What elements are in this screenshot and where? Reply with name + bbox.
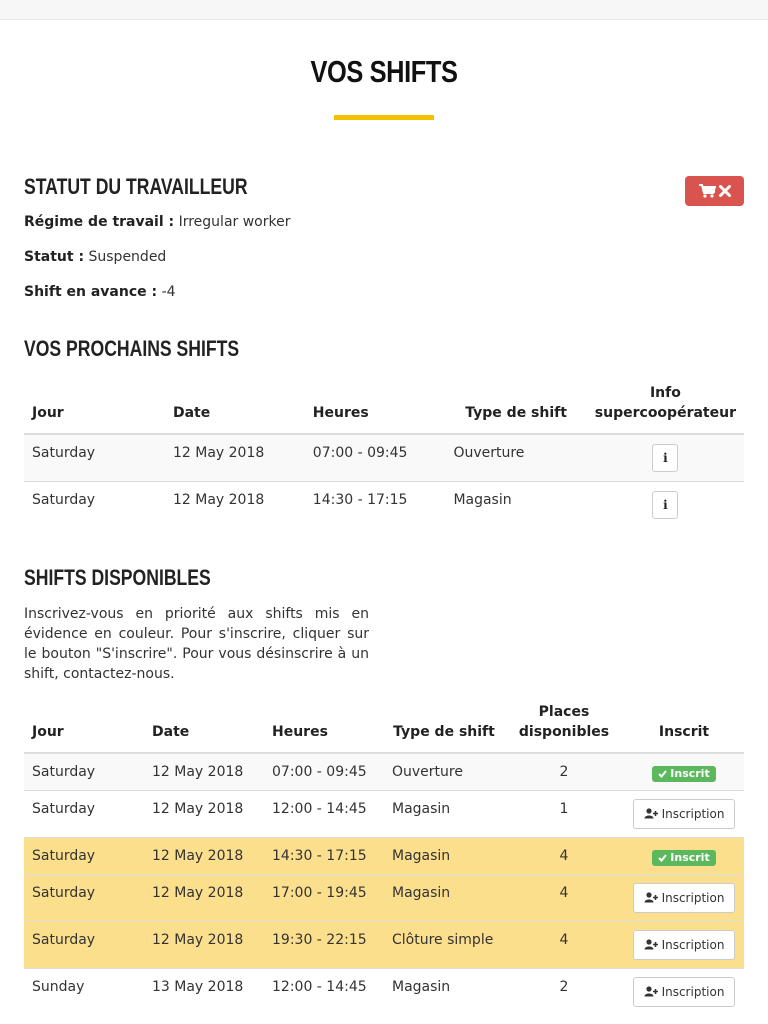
check-icon — [658, 853, 668, 862]
inscrit-label: Inscrit — [670, 850, 710, 864]
col-date: Date — [164, 383, 305, 435]
user-plus-icon — [644, 892, 658, 903]
row-places: 4 — [559, 931, 569, 948]
prochains-heading: VOS PROCHAINS SHIFTS — [24, 336, 240, 361]
col-type: Type de shift — [445, 383, 587, 435]
inscription-label: Inscription — [661, 890, 725, 905]
statut-line: Statut : Suspended — [24, 249, 166, 265]
cart-remove-button[interactable] — [685, 176, 744, 206]
inscription-label: Inscription — [661, 984, 725, 999]
inscrit-label: Inscrit — [670, 767, 710, 780]
row-jour: Saturday — [32, 764, 96, 780]
row-heures: 12:00 - 14:45 — [272, 800, 367, 817]
row-type: Clôture simple — [392, 931, 494, 948]
col-info: Info supercoopérateur — [586, 383, 744, 435]
table-row: Saturday 12 May 2018 14:30 - 17:15 Magas… — [24, 480, 744, 528]
row-date: 12 May 2018 — [152, 884, 244, 901]
row-places: 2 — [559, 978, 569, 995]
row-heures: 12:00 - 14:45 — [272, 978, 367, 995]
row-type: Magasin — [392, 884, 451, 901]
inscription-button[interactable]: Inscription — [632, 882, 736, 913]
row-places: 2 — [559, 764, 569, 780]
disponibles-body: Saturday 12 May 2018 07:00 - 09:45 Ouvertur… — [24, 752, 744, 1015]
table-row: Saturday 12 May 2018 19:30 - 22:15 Clôture … — [24, 920, 744, 968]
statut-heading: STATUT DU TRAVAILLEUR — [24, 174, 248, 199]
row-heures: 14:30 - 17:15 — [312, 491, 408, 508]
row-date: 12 May 2018 — [152, 847, 244, 864]
check-icon — [658, 770, 668, 778]
inscrit-badge: Inscrit — [652, 849, 716, 866]
table-row: Saturday 12 May 2018 12:00 - 14:45 Magasin 1… — [24, 789, 744, 837]
row-heures: 07:00 - 09:45 — [312, 445, 408, 461]
row-date: 12 May 2018 — [172, 445, 265, 461]
row-heures: 17:00 - 19:45 — [272, 884, 367, 901]
table-row: Saturday 12 May 2018 07:00 - 09:45 Ouver… — [24, 433, 744, 481]
row-places: 4 — [559, 884, 569, 901]
disponibles-description: Inscrivez-vous en priorité aux shifts mi… — [24, 606, 369, 682]
col-inscrit: Inscrit — [624, 702, 744, 754]
table-row: Saturday 12 May 2018 07:00 - 09:45 Ouvertur… — [24, 752, 744, 790]
statut-label: Statut : — [24, 249, 85, 265]
avance-value: -4 — [161, 284, 176, 300]
regime-line: Régime de travail : Irregular worker — [24, 214, 290, 230]
col-jour: Jour — [24, 383, 165, 435]
inscrit-badge: Inscrit — [652, 766, 716, 782]
row-jour: Saturday — [32, 445, 96, 461]
col-type: Type de shift — [384, 702, 504, 754]
row-date: 12 May 2018 — [152, 764, 244, 780]
row-places: 1 — [559, 800, 569, 817]
title-underline — [334, 115, 434, 120]
regime-label: Régime de travail : — [24, 214, 175, 230]
row-date: 12 May 2018 — [152, 800, 244, 817]
col-places: Places disponibles — [504, 702, 624, 754]
row-date: 12 May 2018 — [172, 491, 265, 508]
table-row: Saturday 12 May 2018 17:00 - 19:45 Magasin 4… — [24, 873, 744, 921]
info-button[interactable]: i — [652, 444, 679, 472]
prochains-table: Jour Date Heures Type de shift Info supe… — [24, 383, 744, 528]
user-plus-icon — [644, 939, 658, 950]
row-jour: Saturday — [32, 931, 96, 948]
row-type: Ouverture — [392, 764, 463, 780]
col-heures: Heures — [304, 383, 446, 435]
row-type: Ouverture — [453, 445, 525, 461]
top-navbar — [0, 0, 768, 20]
table-row: Saturday 12 May 2018 14:30 - 17:15 Magasin 4… — [24, 836, 744, 874]
row-places: 4 — [559, 847, 569, 864]
row-jour: Saturday — [32, 847, 96, 864]
col-date: Date — [144, 702, 264, 754]
row-heures: 14:30 - 17:15 — [272, 847, 367, 864]
row-type: Magasin — [392, 978, 451, 995]
disponibles-heading: SHIFTS DISPONIBLES — [24, 565, 211, 590]
row-jour: Sunday — [32, 978, 85, 995]
row-jour: Saturday — [32, 491, 96, 508]
row-jour: Saturday — [32, 884, 96, 901]
row-type: Magasin — [392, 847, 451, 864]
row-date: 12 May 2018 — [152, 931, 244, 948]
statut-value: Suspended — [88, 249, 167, 265]
inscription-button[interactable]: Inscription — [632, 798, 736, 829]
row-date: 13 May 2018 — [152, 978, 244, 995]
times-icon — [718, 185, 731, 197]
row-heures: 19:30 - 22:15 — [272, 931, 367, 948]
row-type: Magasin — [392, 800, 451, 817]
inscription-label: Inscription — [661, 806, 725, 821]
col-jour: Jour — [24, 702, 144, 754]
table-row: Sunday 13 May 2018 12:00 - 14:45 Magasin 2 In… — [24, 967, 744, 1015]
row-type: Magasin — [453, 491, 512, 508]
cart-icon — [698, 184, 716, 198]
info-button[interactable]: i — [652, 490, 679, 519]
user-plus-icon — [644, 986, 658, 997]
user-plus-icon — [644, 808, 658, 819]
avance-line: Shift en avance : -4 — [24, 284, 176, 300]
page-title: VOS SHIFTS — [310, 54, 458, 89]
col-heures: Heures — [264, 702, 384, 754]
disponibles-table: Jour Date Heures Type de shift Places di… — [24, 702, 744, 1015]
inscription-label: Inscription — [661, 937, 725, 952]
inscription-button[interactable]: Inscription — [632, 929, 736, 960]
regime-value: Irregular worker — [178, 214, 291, 230]
avance-label: Shift en avance : — [24, 284, 158, 300]
inscription-button[interactable]: Inscription — [632, 976, 736, 1007]
row-jour: Saturday — [32, 800, 96, 817]
row-heures: 07:00 - 09:45 — [272, 764, 367, 780]
